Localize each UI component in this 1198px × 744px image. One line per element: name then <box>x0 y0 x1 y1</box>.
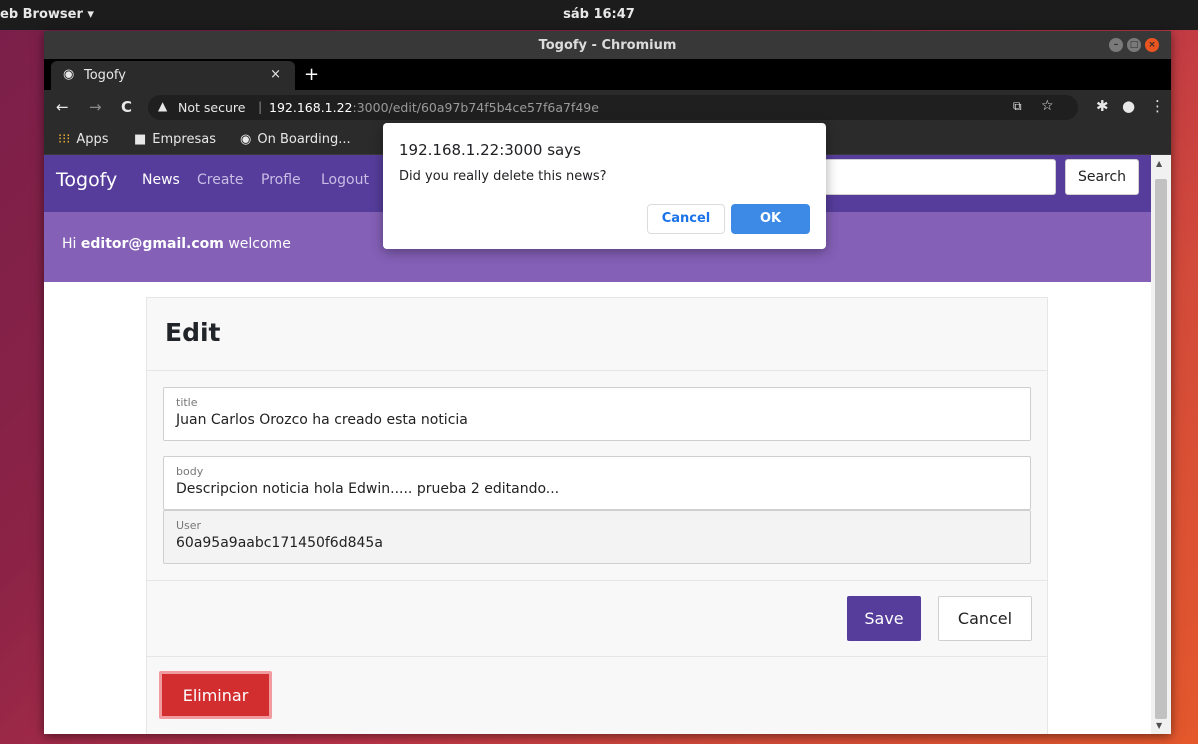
maximize-icon: □ <box>1129 40 1139 50</box>
dialog-ok-button[interactable]: OK <box>731 204 810 234</box>
close-window-button[interactable]: × <box>1145 38 1159 52</box>
minimize-button[interactable]: – <box>1109 38 1123 52</box>
dialog-title: 192.168.1.22:3000 says <box>399 141 581 159</box>
bookmark-onboarding[interactable]: ◉ On Boarding... <box>240 132 351 147</box>
bookmark-label: On Boarding... <box>257 132 351 147</box>
tab-close-icon[interactable]: × <box>270 67 281 82</box>
title-field[interactable]: title Juan Carlos Orozco ha creado esta … <box>163 387 1031 441</box>
browser-toolbar: ← → C ▲ Not secure | 192.168.1.22:3000/e… <box>44 90 1171 125</box>
user-value: 60a95a9aabc171450f6d845a <box>176 535 383 551</box>
body-value[interactable]: Descripcion noticia hola Edwin..... prue… <box>176 481 559 497</box>
cancel-button[interactable]: Cancel <box>938 596 1032 641</box>
warning-icon[interactable]: ▲ <box>158 99 167 113</box>
close-icon: × <box>1148 40 1156 50</box>
nav-logout[interactable]: Logout <box>321 172 369 188</box>
page-scrollbar[interactable]: ▲ ▼ <box>1151 155 1171 734</box>
window-titlebar[interactable]: Togofy - Chromium – □ × <box>44 31 1171 59</box>
scroll-down-icon[interactable]: ▼ <box>1156 721 1162 730</box>
url-host: 192.168.1.22 <box>269 100 353 115</box>
folder-icon: ■ <box>134 132 147 147</box>
card-header: Edit <box>147 298 1047 371</box>
tab-strip: ◉ Togofy × + <box>44 59 1171 90</box>
system-clock[interactable]: sáb 16:47 <box>0 7 1198 22</box>
scroll-up-icon[interactable]: ▲ <box>1156 159 1162 168</box>
search-input[interactable]: rch <box>789 159 1056 195</box>
os-top-bar: eb Browser ▾ sáb 16:47 <box>0 0 1198 30</box>
window-title: Togofy - Chromium <box>538 38 677 53</box>
profile-icon[interactable]: ● <box>1122 97 1135 115</box>
translate-icon[interactable]: ⧉ <box>1013 99 1022 114</box>
omnibox-separator: | <box>258 99 263 114</box>
tab-label: Togofy <box>84 68 126 83</box>
forward-icon[interactable]: → <box>89 98 102 116</box>
confirm-dialog: 192.168.1.22:3000 says Did you really de… <box>383 123 826 249</box>
nav-news[interactable]: News <box>142 172 180 188</box>
edit-card: Edit title Juan Carlos Orozco ha creado … <box>146 297 1048 734</box>
url-text[interactable]: 192.168.1.22:3000/edit/60a97b74f5b4ce57f… <box>269 100 599 115</box>
nav-profile[interactable]: Profle <box>261 172 301 188</box>
security-label[interactable]: Not secure <box>178 100 245 115</box>
user-label: User <box>176 519 202 532</box>
back-icon[interactable]: ← <box>56 98 69 116</box>
bookmark-empresas[interactable]: ■ Empresas <box>134 132 216 147</box>
maximize-button[interactable]: □ <box>1127 38 1141 52</box>
new-tab-button[interactable]: + <box>304 64 319 85</box>
title-label: title <box>176 396 198 409</box>
body-label: body <box>176 465 204 478</box>
welcome-suffix: welcome <box>223 236 291 252</box>
minimize-icon: – <box>1113 40 1119 50</box>
title-value[interactable]: Juan Carlos Orozco ha creado esta notici… <box>176 412 468 428</box>
nav-create[interactable]: Create <box>197 172 244 188</box>
welcome-prefix: Hi <box>62 236 81 252</box>
scrollbar-thumb[interactable] <box>1155 179 1167 719</box>
bookmark-apps[interactable]: ⁝⁝⁝ Apps <box>58 132 109 147</box>
search-button[interactable]: Search <box>1065 159 1139 195</box>
url-path: :3000/edit/60a97b74f5b4ce57f6a7f49e <box>352 100 599 115</box>
reload-icon[interactable]: C <box>121 98 132 116</box>
extensions-icon[interactable]: ✱ <box>1096 97 1109 115</box>
brand-logo[interactable]: Togofy <box>56 169 117 191</box>
bookmark-label: Empresas <box>152 132 216 147</box>
tab-togofy[interactable]: ◉ Togofy × <box>51 61 295 90</box>
save-button[interactable]: Save <box>847 596 921 641</box>
apps-grid-icon: ⁝⁝⁝ <box>58 132 71 147</box>
dialog-message: Did you really delete this news? <box>399 169 607 184</box>
welcome-message: Hi editor@gmail.com welcome <box>62 236 291 252</box>
welcome-user: editor@gmail.com <box>80 236 224 252</box>
globe-icon: ◉ <box>240 132 252 147</box>
body-field[interactable]: body Descripcion noticia hola Edwin.....… <box>163 456 1031 510</box>
bookmark-label: Apps <box>76 132 109 147</box>
address-bar[interactable]: ▲ Not secure | 192.168.1.22:3000/edit/60… <box>148 95 1078 120</box>
card-actions: Save Cancel <box>147 580 1047 657</box>
delete-button[interactable]: Eliminar <box>159 671 272 719</box>
page-title: Edit <box>165 318 221 347</box>
globe-icon: ◉ <box>63 67 75 82</box>
bookmark-star-icon[interactable]: ☆ <box>1041 98 1054 114</box>
user-field: User 60a95a9aabc171450f6d845a <box>163 510 1031 564</box>
menu-kebab-icon[interactable]: ⋮ <box>1150 97 1165 115</box>
dialog-cancel-button[interactable]: Cancel <box>647 204 725 234</box>
